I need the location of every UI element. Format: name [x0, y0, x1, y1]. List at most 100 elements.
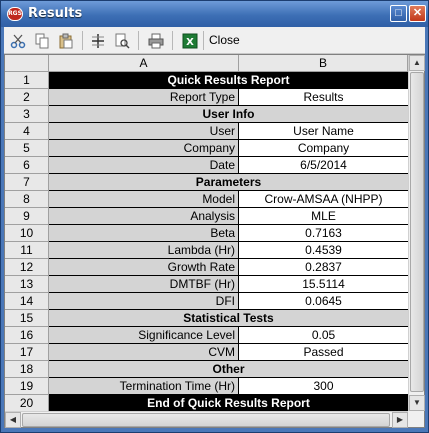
- cell-value[interactable]: User Name: [239, 123, 408, 140]
- horizontal-scrollbar[interactable]: ◀ ▶: [5, 411, 408, 428]
- cell-value[interactable]: 0.7163: [239, 225, 408, 242]
- column-header-b[interactable]: B: [239, 55, 408, 72]
- toolbar: X Close: [4, 27, 425, 54]
- title-bar[interactable]: RGS Results □ ✕: [1, 1, 428, 27]
- row-header[interactable]: 6: [5, 157, 49, 174]
- cell-value[interactable]: 0.4539: [239, 242, 408, 259]
- select-all-corner[interactable]: [5, 55, 49, 72]
- section-header-cell[interactable]: Statistical Tests: [49, 310, 408, 327]
- excel-icon[interactable]: X: [180, 31, 200, 50]
- cell-label[interactable]: DFI: [49, 293, 239, 310]
- row-header[interactable]: 8: [5, 191, 49, 208]
- row-header[interactable]: 1: [5, 72, 49, 89]
- cell-label[interactable]: User: [49, 123, 239, 140]
- maximize-icon[interactable]: □: [390, 5, 407, 22]
- cell-label[interactable]: Significance Level: [49, 327, 239, 344]
- cell-label[interactable]: Analysis: [49, 208, 239, 225]
- section-header-cell[interactable]: Parameters: [49, 174, 408, 191]
- table-row: 11 Lambda (Hr) 0.4539: [5, 242, 408, 259]
- table-row: 14 DFI 0.0645: [5, 293, 408, 310]
- scroll-up-icon[interactable]: ▲: [409, 55, 425, 71]
- row-header[interactable]: 3: [5, 106, 49, 123]
- row-header[interactable]: 14: [5, 293, 49, 310]
- scrollbar-corner: [408, 411, 424, 427]
- table-row: 10 Beta 0.7163: [5, 225, 408, 242]
- row-header[interactable]: 2: [5, 89, 49, 106]
- cell-label[interactable]: Date: [49, 157, 239, 174]
- row-header[interactable]: 10: [5, 225, 49, 242]
- spreadsheet-grid[interactable]: A B 1 Quick Results Report 2 Report Type Res…: [4, 54, 425, 428]
- row-header[interactable]: 18: [5, 361, 49, 378]
- cell-value[interactable]: 300: [239, 378, 408, 395]
- find-icon[interactable]: [112, 31, 132, 50]
- cell-value[interactable]: Passed: [239, 344, 408, 361]
- cell-value[interactable]: Crow-AMSAA (NHPP): [239, 191, 408, 208]
- table-row: 18 Other: [5, 361, 408, 378]
- cell-label[interactable]: Report Type: [49, 89, 239, 106]
- row-header[interactable]: 17: [5, 344, 49, 361]
- vertical-scrollbar[interactable]: ▲ ▼: [408, 55, 425, 411]
- row-header[interactable]: 16: [5, 327, 49, 344]
- row-header[interactable]: 5: [5, 140, 49, 157]
- row-header[interactable]: 4: [5, 123, 49, 140]
- cell-label[interactable]: Model: [49, 191, 239, 208]
- cell-value[interactable]: 6/5/2014: [239, 157, 408, 174]
- close-button[interactable]: Close: [209, 33, 240, 47]
- table-row: 6 Date 6/5/2014: [5, 157, 408, 174]
- scroll-right-icon[interactable]: ▶: [392, 412, 408, 428]
- toolbar-separator: [203, 31, 204, 50]
- copy-icon[interactable]: [32, 31, 52, 50]
- cell-label[interactable]: Termination Time (Hr): [49, 378, 239, 395]
- table-row: 2 Report Type Results: [5, 89, 408, 106]
- section-header-cell[interactable]: Other: [49, 361, 408, 378]
- table-row: 5 Company Company: [5, 140, 408, 157]
- table-row: 17 CVM Passed: [5, 344, 408, 361]
- vertical-scroll-thumb[interactable]: [410, 72, 424, 392]
- paste-icon[interactable]: [56, 31, 76, 50]
- cell-label[interactable]: Beta: [49, 225, 239, 242]
- print-icon[interactable]: [146, 31, 166, 50]
- toolbar-separator: [172, 31, 173, 50]
- column-header-a[interactable]: A: [49, 55, 239, 72]
- cell-value[interactable]: 0.0645: [239, 293, 408, 310]
- svg-text:X: X: [186, 37, 194, 48]
- cut-icon[interactable]: [8, 31, 28, 50]
- row-header[interactable]: 19: [5, 378, 49, 395]
- toolbar-separator: [138, 31, 139, 50]
- scroll-left-icon[interactable]: ◀: [5, 412, 21, 428]
- results-window: RGS Results □ ✕ X Close A B 1 Quick Resu…: [0, 0, 429, 433]
- row-header[interactable]: 20: [5, 395, 49, 412]
- horizontal-scroll-thumb[interactable]: [22, 413, 390, 427]
- cell-label[interactable]: CVM: [49, 344, 239, 361]
- table-row: 16 Significance Level 0.05: [5, 327, 408, 344]
- cell-value[interactable]: Results: [239, 89, 408, 106]
- cell-label[interactable]: Lambda (Hr): [49, 242, 239, 259]
- cell-value[interactable]: MLE: [239, 208, 408, 225]
- close-icon[interactable]: ✕: [409, 5, 426, 22]
- row-header[interactable]: 7: [5, 174, 49, 191]
- cell-label[interactable]: Growth Rate: [49, 259, 239, 276]
- table-row: 15 Statistical Tests: [5, 310, 408, 327]
- cell-label[interactable]: Company: [49, 140, 239, 157]
- cell-value[interactable]: 15.5114: [239, 276, 408, 293]
- table-row: 19 Termination Time (Hr) 300: [5, 378, 408, 395]
- cell-label[interactable]: DMTBF (Hr): [49, 276, 239, 293]
- cell-value[interactable]: Company: [239, 140, 408, 157]
- table-row: 3 User Info: [5, 106, 408, 123]
- report-banner-cell[interactable]: End of Quick Results Report: [49, 395, 408, 412]
- report-banner-cell[interactable]: Quick Results Report: [49, 72, 408, 89]
- cell-value[interactable]: 0.2837: [239, 259, 408, 276]
- table-row: 12 Growth Rate 0.2837: [5, 259, 408, 276]
- table-row: 4 User User Name: [5, 123, 408, 140]
- section-header-cell[interactable]: User Info: [49, 106, 408, 123]
- table-row: 9 Analysis MLE: [5, 208, 408, 225]
- row-header[interactable]: 13: [5, 276, 49, 293]
- row-header[interactable]: 11: [5, 242, 49, 259]
- split-icon[interactable]: [88, 31, 108, 50]
- row-header[interactable]: 12: [5, 259, 49, 276]
- row-header[interactable]: 9: [5, 208, 49, 225]
- scroll-down-icon[interactable]: ▼: [409, 395, 425, 411]
- row-header[interactable]: 15: [5, 310, 49, 327]
- table-row: 20 End of Quick Results Report: [5, 395, 408, 412]
- cell-value[interactable]: 0.05: [239, 327, 408, 344]
